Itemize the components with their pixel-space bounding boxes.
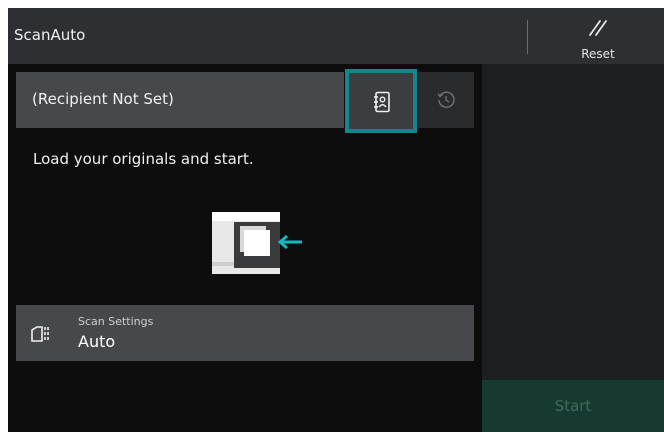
scan-settings-button[interactable]: Scan Settings Auto: [16, 305, 474, 361]
history-icon: [437, 91, 455, 108]
scan-settings-label: Scan Settings: [78, 315, 154, 328]
scan-auto-screen: ScanAuto Reset (Recipient Not Set) Load …: [8, 8, 664, 432]
scan-settings-value: Auto: [78, 332, 116, 351]
start-button[interactable]: Start: [482, 380, 664, 432]
address-book-icon: [374, 91, 390, 113]
scanner-illustration: [212, 212, 302, 274]
instruction-text: Load your originals and start.: [33, 150, 254, 168]
address-book-button[interactable]: [345, 69, 417, 133]
recipient-text: (Recipient Not Set): [32, 90, 174, 108]
page-title: ScanAuto: [14, 26, 86, 44]
header-divider: [527, 20, 528, 54]
reset-slash-icon: [589, 20, 607, 36]
history-button[interactable]: [418, 72, 474, 128]
scan-settings-icon: [31, 326, 49, 342]
reset-label: Reset: [581, 47, 615, 61]
header-bar: ScanAuto Reset: [8, 8, 664, 64]
right-panel: [482, 64, 664, 432]
recipient-field[interactable]: (Recipient Not Set): [16, 72, 344, 128]
reset-button[interactable]: Reset: [564, 12, 632, 62]
